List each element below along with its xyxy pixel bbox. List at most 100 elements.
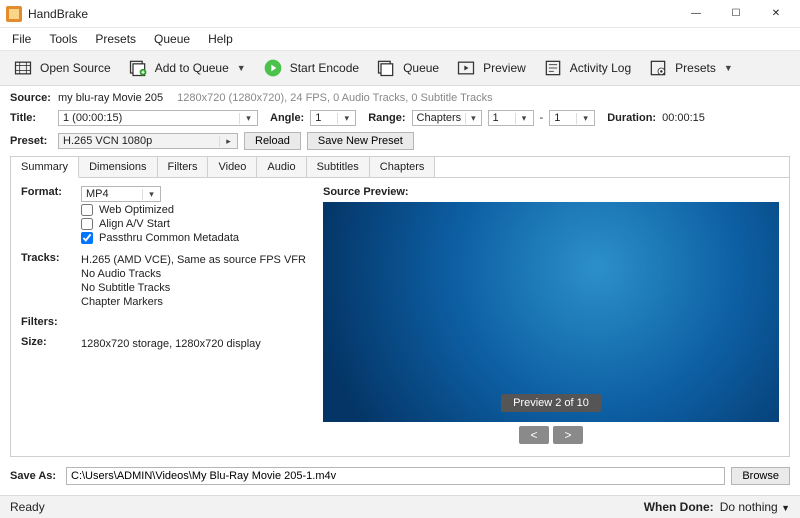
source-preview: Preview 2 of 10 bbox=[323, 202, 779, 422]
preset-select[interactable]: H.265 VCN 1080p ▸ bbox=[58, 133, 238, 149]
preview-label: Preview bbox=[483, 61, 526, 75]
duration-value: 00:00:15 bbox=[662, 112, 705, 124]
source-label: Source: bbox=[10, 92, 52, 104]
tab-dimensions[interactable]: Dimensions bbox=[79, 157, 157, 177]
presets-button[interactable]: Presets ▼ bbox=[641, 55, 739, 81]
tab-strip: Summary Dimensions Filters Video Audio S… bbox=[11, 157, 789, 178]
title-bar: HandBrake — ☐ ✕ bbox=[0, 0, 800, 28]
chevron-down-icon: ▾ bbox=[337, 113, 351, 124]
tracks-line: Chapter Markers bbox=[81, 296, 311, 308]
chevron-down-icon: ▾ bbox=[576, 113, 590, 124]
status-ready: Ready bbox=[10, 500, 45, 514]
save-as-label: Save As: bbox=[10, 470, 60, 482]
format-label: Format: bbox=[21, 186, 81, 244]
when-done-label: When Done: bbox=[644, 500, 714, 514]
tracks-label: Tracks: bbox=[21, 252, 81, 308]
range-from-select[interactable]: 1▾ bbox=[488, 110, 534, 126]
menu-tools[interactable]: Tools bbox=[41, 30, 85, 48]
maximize-button[interactable]: ☐ bbox=[716, 0, 756, 28]
angle-select[interactable]: 1▾ bbox=[310, 110, 356, 126]
source-name: my blu-ray Movie 205 bbox=[58, 92, 163, 104]
chevron-right-icon: ▸ bbox=[219, 136, 233, 147]
tab-subtitles[interactable]: Subtitles bbox=[307, 157, 370, 177]
queue-add-icon bbox=[127, 57, 149, 79]
tracks-line: H.265 (AMD VCE), Same as source FPS VFR bbox=[81, 254, 311, 266]
when-done-select[interactable]: Do nothing ▼ bbox=[720, 500, 790, 514]
save-as-row: Save As: Browse bbox=[0, 457, 800, 495]
menu-file[interactable]: File bbox=[4, 30, 39, 48]
title-row: Title: 1 (00:00:15) ▾ Angle: 1▾ Range: C… bbox=[10, 110, 790, 126]
gear-icon bbox=[647, 57, 669, 79]
minimize-button[interactable]: — bbox=[676, 0, 716, 28]
title-select[interactable]: 1 (00:00:15) ▾ bbox=[58, 110, 258, 126]
summary-right: Source Preview: Preview 2 of 10 < > bbox=[323, 186, 779, 446]
queue-button[interactable]: Queue bbox=[369, 55, 445, 81]
size-value: 1280x720 storage, 1280x720 display bbox=[81, 338, 311, 350]
open-source-label: Open Source bbox=[40, 61, 111, 75]
chevron-down-icon[interactable]: ▼ bbox=[722, 63, 733, 73]
preset-row: Preset: H.265 VCN 1080p ▸ Reload Save Ne… bbox=[10, 132, 790, 150]
summary-left: Format: MP4▾ Web Optimized Align A/V Sta… bbox=[21, 186, 311, 446]
title-label: Title: bbox=[10, 112, 52, 124]
tab-video[interactable]: Video bbox=[208, 157, 257, 177]
align-av-checkbox[interactable]: Align A/V Start bbox=[81, 218, 311, 230]
menu-help[interactable]: Help bbox=[200, 30, 241, 48]
start-encode-button[interactable]: Start Encode bbox=[256, 55, 365, 81]
format-select[interactable]: MP4▾ bbox=[81, 186, 161, 202]
range-mode-select[interactable]: Chapters▾ bbox=[412, 110, 482, 126]
browse-button[interactable]: Browse bbox=[731, 467, 790, 485]
window-title: HandBrake bbox=[28, 7, 88, 21]
add-queue-label: Add to Queue bbox=[155, 61, 229, 75]
range-label: Range: bbox=[368, 112, 405, 124]
tabs-container: Summary Dimensions Filters Video Audio S… bbox=[10, 156, 790, 457]
passthru-checkbox[interactable]: Passthru Common Metadata bbox=[81, 232, 311, 244]
chevron-down-icon[interactable]: ▼ bbox=[235, 63, 246, 73]
web-optimized-checkbox[interactable]: Web Optimized bbox=[81, 204, 311, 216]
preview-next-button[interactable]: > bbox=[553, 426, 583, 444]
log-icon bbox=[542, 57, 564, 79]
save-as-input[interactable] bbox=[66, 467, 725, 485]
angle-label: Angle: bbox=[270, 112, 304, 124]
menu-bar: File Tools Presets Queue Help bbox=[0, 28, 800, 51]
toolbar: Open Source Add to Queue ▼ Start Encode … bbox=[0, 51, 800, 86]
tab-filters[interactable]: Filters bbox=[158, 157, 209, 177]
close-button[interactable]: ✕ bbox=[756, 0, 796, 28]
source-meta: 1280x720 (1280x720), 24 FPS, 0 Audio Tra… bbox=[177, 92, 493, 104]
chevron-down-icon: ▾ bbox=[142, 189, 156, 200]
tab-chapters[interactable]: Chapters bbox=[370, 157, 436, 177]
tracks-line: No Audio Tracks bbox=[81, 268, 311, 280]
preview-icon bbox=[455, 57, 477, 79]
duration-label: Duration: bbox=[607, 112, 656, 124]
chevron-down-icon: ▾ bbox=[239, 113, 253, 124]
preview-counter: Preview 2 of 10 bbox=[501, 394, 601, 412]
tab-audio[interactable]: Audio bbox=[257, 157, 306, 177]
tracks-line: No Subtitle Tracks bbox=[81, 282, 311, 294]
size-label: Size: bbox=[21, 336, 81, 350]
start-encode-label: Start Encode bbox=[290, 61, 359, 75]
queue-label: Queue bbox=[403, 61, 439, 75]
chevron-down-icon: ▾ bbox=[515, 113, 529, 124]
status-bar: Ready When Done: Do nothing ▼ bbox=[0, 495, 800, 518]
source-row: Source: my blu-ray Movie 205 1280x720 (1… bbox=[10, 92, 790, 104]
activity-log-button[interactable]: Activity Log bbox=[536, 55, 637, 81]
activity-log-label: Activity Log bbox=[570, 61, 631, 75]
menu-queue[interactable]: Queue bbox=[146, 30, 198, 48]
preview-button[interactable]: Preview bbox=[449, 55, 532, 81]
menu-presets[interactable]: Presets bbox=[87, 30, 144, 48]
presets-label: Presets bbox=[675, 61, 716, 75]
add-to-queue-button[interactable]: Add to Queue ▼ bbox=[121, 55, 252, 81]
save-new-preset-button[interactable]: Save New Preset bbox=[307, 132, 414, 150]
reload-preset-button[interactable]: Reload bbox=[244, 132, 301, 150]
tab-summary[interactable]: Summary bbox=[11, 157, 79, 178]
chevron-down-icon: ▾ bbox=[465, 113, 476, 124]
play-icon bbox=[262, 57, 284, 79]
range-to-select[interactable]: 1▾ bbox=[549, 110, 595, 126]
film-icon bbox=[12, 57, 34, 79]
preset-label: Preset: bbox=[10, 135, 52, 147]
queue-icon bbox=[375, 57, 397, 79]
filters-label: Filters: bbox=[21, 316, 81, 328]
chevron-down-icon: ▼ bbox=[781, 503, 790, 513]
preview-prev-button[interactable]: < bbox=[519, 426, 549, 444]
title-value: 1 (00:00:15) bbox=[63, 112, 235, 124]
open-source-button[interactable]: Open Source bbox=[6, 55, 117, 81]
